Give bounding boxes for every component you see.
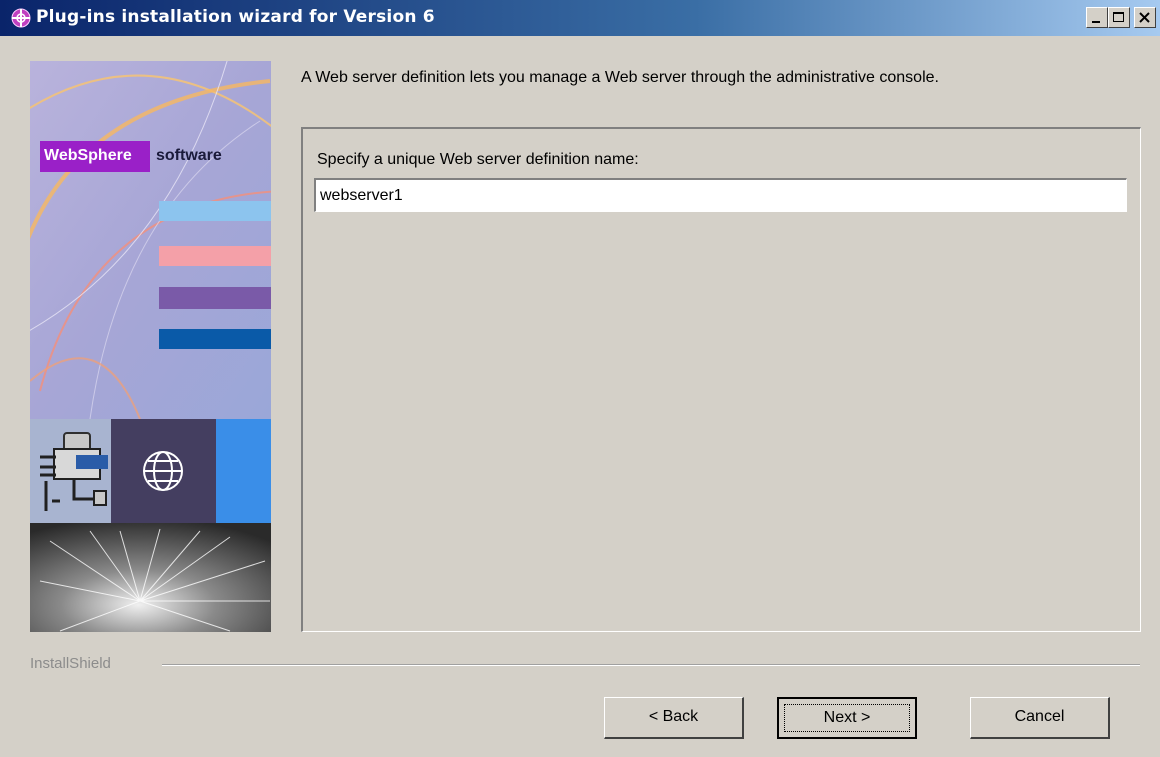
- definition-name-input[interactable]: [314, 178, 1127, 212]
- installshield-separator: [162, 664, 1140, 666]
- minimize-button[interactable]: [1086, 7, 1108, 28]
- back-button[interactable]: < Back: [604, 697, 744, 739]
- next-button[interactable]: Next >: [777, 697, 917, 739]
- fireworks-image: [30, 523, 271, 632]
- software-brand-text: software: [156, 147, 222, 164]
- websphere-brand-text: WebSphere: [44, 147, 132, 164]
- title-bar[interactable]: Plug-ins installation wizard for Version…: [0, 0, 1160, 36]
- branding-panel: WebSphere software: [30, 61, 271, 632]
- back-button-label: < Back: [648, 708, 699, 725]
- cancel-button-label: Cancel: [1014, 708, 1065, 725]
- app-icon: [11, 8, 31, 28]
- maximize-icon: [1113, 12, 1124, 22]
- wizard-window: Plug-ins installation wizard for Version…: [0, 0, 1160, 757]
- intro-text: A Web server definition lets you manage …: [301, 69, 939, 86]
- close-icon: [1139, 12, 1150, 23]
- installshield-label: InstallShield: [30, 655, 111, 672]
- maximize-button[interactable]: [1108, 7, 1130, 28]
- next-button-label: Next >: [823, 709, 871, 726]
- definition-name-label: Specify a unique Web server definition n…: [317, 151, 639, 168]
- cancel-button[interactable]: Cancel: [970, 697, 1110, 739]
- minimize-icon: [1092, 21, 1100, 23]
- close-button[interactable]: [1134, 7, 1156, 28]
- window-title: Plug-ins installation wizard for Version…: [36, 7, 435, 27]
